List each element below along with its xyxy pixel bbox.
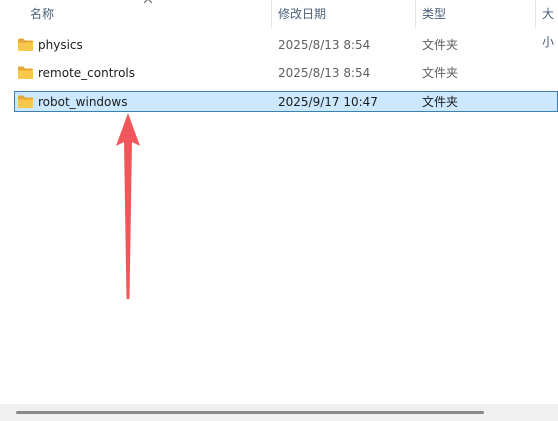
file-date-modified: 2025/8/13 8:54 [278,66,371,80]
column-type-header[interactable]: 类型 [422,0,446,28]
file-name[interactable]: remote_controls [38,63,135,83]
column-header: 名称 修改日期 类型 大小 [0,0,558,49]
file-date-modified: 2025/9/17 10:47 [278,95,378,109]
file-row-robot-windows[interactable]: robot_windows 2025/9/17 10:47 文件夹 [14,91,558,112]
column-divider[interactable] [535,0,536,28]
folder-icon [18,66,33,79]
sort-ascending-icon[interactable] [143,0,153,5]
column-size-header[interactable]: 大小 [542,0,558,49]
red-arrow-annotation-icon [116,113,140,299]
column-name-header[interactable]: 名称 [30,0,54,28]
file-type: 文件夹 [422,95,459,109]
folder-icon [18,38,33,51]
column-divider[interactable] [415,0,416,28]
column-date-header[interactable]: 修改日期 [278,0,326,28]
folder-icon [18,95,33,108]
horizontal-scrollbar-thumb[interactable] [16,411,484,414]
file-name[interactable]: physics [38,35,83,55]
file-date-modified: 2025/8/13 8:54 [278,38,371,52]
column-divider[interactable] [271,0,272,28]
file-name[interactable]: robot_windows [38,92,127,112]
file-type: 文件夹 [422,38,459,52]
file-row-physics[interactable]: physics 2025/8/13 8:54 文件夹 [14,35,558,55]
file-row-remote-controls[interactable]: remote_controls 2025/8/13 8:54 文件夹 [14,63,558,83]
file-type: 文件夹 [422,66,459,80]
